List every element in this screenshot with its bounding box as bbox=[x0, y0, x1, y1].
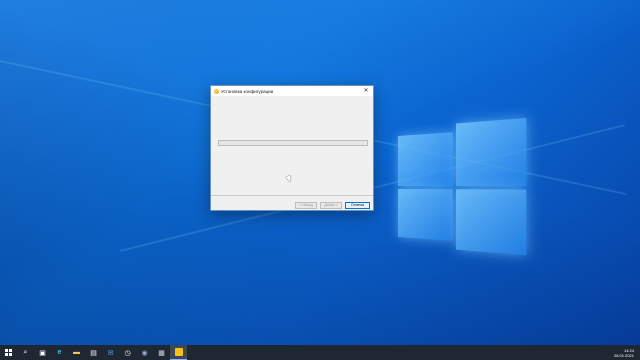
clock-icon: ◷ bbox=[124, 349, 130, 357]
file-explorer-icon: ▬ bbox=[73, 349, 80, 356]
edge-button[interactable]: e bbox=[51, 345, 68, 360]
close-button[interactable]: ✕ bbox=[362, 86, 370, 96]
pinned-app-button[interactable]: ◉ bbox=[136, 345, 153, 360]
task-view-icon: ▣ bbox=[39, 349, 46, 357]
clock-app-button[interactable]: ◷ bbox=[119, 345, 136, 360]
search-button[interactable]: ⌕ bbox=[17, 345, 34, 360]
store-button[interactable]: ▤ bbox=[85, 345, 102, 360]
dialog-separator bbox=[211, 195, 373, 196]
store-icon: ▤ bbox=[90, 349, 97, 357]
1c-app-icon bbox=[175, 348, 183, 356]
dialog-body bbox=[211, 96, 373, 200]
mail-button[interactable]: ✉ bbox=[102, 345, 119, 360]
dialog-footer: < Назад Далее > Отмена bbox=[211, 200, 373, 210]
windows-start-icon bbox=[5, 349, 12, 356]
image-app-icon: ▦ bbox=[158, 349, 165, 357]
cancel-button[interactable]: Отмена bbox=[345, 202, 370, 209]
install-configuration-dialog: Установка конфигурации ✕ < Назад Далее >… bbox=[210, 85, 374, 211]
dialog-title: Установка конфигурации bbox=[221, 89, 362, 94]
edge-icon: e bbox=[58, 349, 62, 356]
clock-date: 28.01.2021 bbox=[614, 353, 634, 358]
task-view-button[interactable]: ▣ bbox=[34, 345, 51, 360]
mail-icon: ✉ bbox=[108, 349, 114, 357]
1c-app-button[interactable] bbox=[170, 345, 187, 360]
start-button[interactable] bbox=[0, 345, 17, 360]
taskbar: ⌕ ▣ e ▬ ▤ ✉ ◷ ◉ ▦ 14:24 28.01.2021 bbox=[0, 345, 640, 360]
install-progress-bar bbox=[218, 140, 368, 146]
image-app-button[interactable]: ▦ bbox=[153, 345, 170, 360]
back-button[interactable]: < Назад bbox=[295, 202, 317, 209]
app-icon: ◉ bbox=[141, 349, 147, 357]
app-icon bbox=[214, 89, 219, 94]
windows-logo-wallpaper bbox=[398, 118, 526, 254]
dialog-titlebar[interactable]: Установка конфигурации ✕ bbox=[211, 86, 373, 96]
next-button[interactable]: Далее > bbox=[320, 202, 342, 209]
file-explorer-button[interactable]: ▬ bbox=[68, 345, 85, 360]
system-tray-clock[interactable]: 14:24 28.01.2021 bbox=[614, 348, 640, 358]
search-icon: ⌕ bbox=[24, 349, 28, 357]
